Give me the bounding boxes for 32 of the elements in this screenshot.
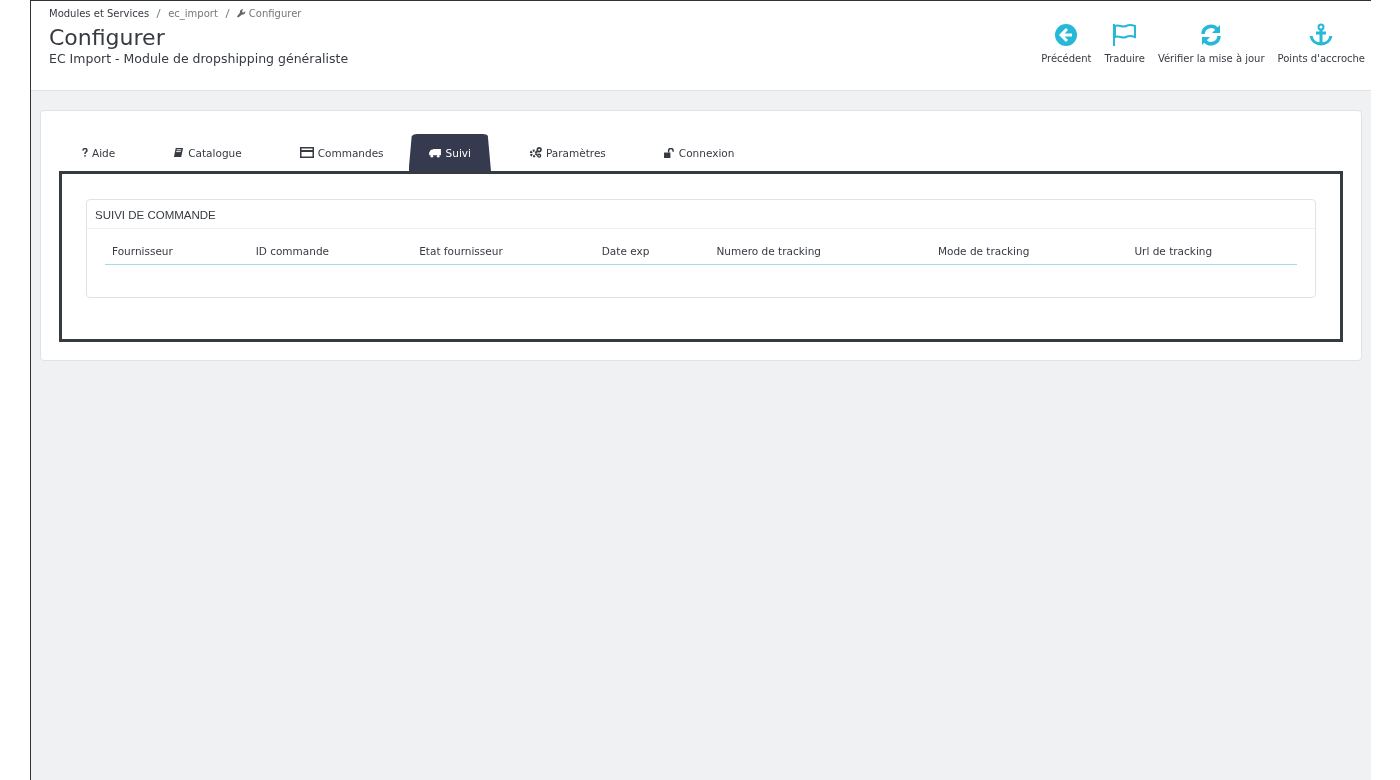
toolbar-button[interactable]: Vérifier la mise à jour bbox=[1157, 23, 1265, 64]
breadcrumb-current: Configurer bbox=[248, 8, 302, 19]
breadcrumb-link[interactable]: Modules et Services bbox=[49, 8, 150, 19]
refresh-icon bbox=[1199, 23, 1224, 47]
flag-icon bbox=[1111, 23, 1138, 47]
question-mark-icon bbox=[82, 148, 88, 157]
tab[interactable]: Commandes bbox=[286, 134, 384, 171]
column-header: ID commande bbox=[255, 245, 330, 257]
tab[interactable]: Paramètres bbox=[515, 134, 606, 171]
column-header: Fournisseur bbox=[112, 245, 173, 257]
tab[interactable]: Aide bbox=[69, 134, 116, 171]
book-icon bbox=[173, 147, 185, 158]
page-subtitle: EC Import - Module de dropshipping généraliste bbox=[49, 51, 349, 66]
column-header: Mode de tracking bbox=[937, 245, 1030, 257]
column-header: Etat fournisseur bbox=[419, 245, 503, 257]
column-header: Numero de tracking bbox=[716, 245, 821, 257]
toolbar-button[interactable]: Points d'accroche bbox=[1277, 23, 1365, 64]
breadcrumb-link[interactable]: ec_import bbox=[168, 8, 218, 19]
panel-title: SUIVI DE COMMANDE bbox=[87, 200, 1315, 229]
credit-card-icon bbox=[299, 147, 314, 158]
toolbar-button[interactable]: Précédent bbox=[1041, 23, 1092, 64]
tab[interactable]: Suivi bbox=[408, 134, 491, 171]
tab[interactable]: Catalogue bbox=[160, 134, 242, 171]
anchor-icon bbox=[1309, 23, 1334, 47]
column-header: Url de tracking bbox=[1134, 245, 1213, 257]
column-header: Date exp bbox=[601, 245, 650, 257]
wrench-icon bbox=[236, 9, 246, 18]
tab[interactable]: Connexion bbox=[650, 134, 735, 171]
unlocked-padlock-icon bbox=[663, 147, 675, 158]
page-title: Configurer bbox=[49, 25, 166, 51]
toolbar-button[interactable]: Traduire bbox=[1104, 23, 1145, 64]
truck-icon bbox=[428, 147, 442, 158]
